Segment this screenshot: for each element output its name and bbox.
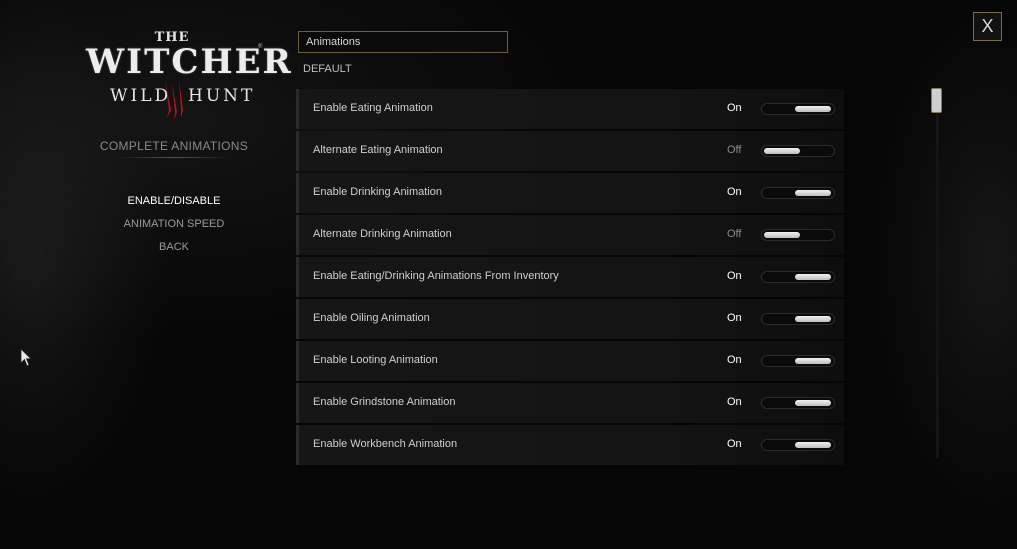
toggle-knob (795, 358, 831, 364)
option-state: On (727, 186, 742, 198)
toggle-knob (795, 190, 831, 196)
logo-witcher: WITCHER (86, 42, 293, 82)
option-toggle[interactable] (761, 313, 835, 325)
menu-title-divider (118, 157, 230, 158)
option-toggle[interactable] (761, 397, 835, 409)
option-toggle[interactable] (761, 229, 835, 241)
scrollbar-track[interactable] (936, 88, 939, 458)
option-label: Enable Eating Animation (313, 102, 433, 114)
option-state: Off (727, 228, 742, 240)
toggle-knob (795, 400, 831, 406)
menu-item-back[interactable]: BACK (94, 241, 254, 253)
option-state: On (727, 438, 742, 450)
toggle-knob (795, 106, 831, 112)
scrollbar-thumb[interactable] (931, 88, 942, 113)
option-state: On (727, 312, 742, 324)
option-state: On (727, 396, 742, 408)
toggle-knob (795, 274, 831, 280)
option-label: Enable Grindstone Animation (313, 396, 456, 408)
registered-mark: ® (258, 44, 263, 50)
option-label: Enable Eating/Drinking Animations From I… (313, 270, 559, 282)
option-toggle[interactable] (761, 271, 835, 283)
option-toggle[interactable] (761, 145, 835, 157)
mouse-cursor-icon (20, 348, 32, 367)
logo-hunt: HUNT (188, 86, 256, 106)
option-state: On (727, 102, 742, 114)
option-label: Enable Workbench Animation (313, 438, 458, 450)
default-button[interactable]: DEFAULT (303, 63, 352, 75)
option-row-enable-grindstone[interactable]: Enable Grindstone Animation On (296, 383, 844, 423)
option-row-enable-looting[interactable]: Enable Looting Animation On (296, 341, 844, 381)
menu-item-enable-disable[interactable]: ENABLE/DISABLE (94, 195, 254, 207)
search-input[interactable] (298, 31, 508, 53)
option-row-enable-workbench[interactable]: Enable Workbench Animation On (296, 425, 844, 465)
option-toggle[interactable] (761, 187, 835, 199)
option-row-enable-drinking[interactable]: Enable Drinking Animation On (296, 173, 844, 213)
option-label: Enable Oiling Animation (313, 312, 430, 324)
toggle-knob (764, 148, 800, 154)
option-row-alternate-eating[interactable]: Alternate Eating Animation Off (296, 131, 844, 171)
option-label: Enable Looting Animation (313, 354, 438, 366)
option-toggle[interactable] (761, 439, 835, 451)
option-state: On (727, 354, 742, 366)
toggle-knob (764, 232, 800, 238)
witcher-logo: THE WITCHER ® WILD HUNT (86, 30, 293, 122)
options-list: Enable Eating Animation On Alternate Eat… (296, 89, 844, 467)
option-toggle[interactable] (761, 355, 835, 367)
option-label: Enable Drinking Animation (313, 186, 443, 198)
option-toggle[interactable] (761, 103, 835, 115)
toggle-knob (795, 316, 831, 322)
wolf-claw-icon (165, 80, 183, 120)
option-row-enable-eating[interactable]: Enable Eating Animation On (296, 89, 844, 129)
option-label: Alternate Eating Animation (313, 144, 443, 156)
menu-title: COMPLETE ANIMATIONS (99, 139, 249, 153)
toggle-knob (795, 442, 831, 448)
option-row-enable-oiling[interactable]: Enable Oiling Animation On (296, 299, 844, 339)
option-label: Alternate Drinking Animation (313, 228, 452, 240)
close-button[interactable]: X (973, 12, 1002, 41)
option-row-inventory-eating-drinking[interactable]: Enable Eating/Drinking Animations From I… (296, 257, 844, 297)
menu-item-animation-speed[interactable]: ANIMATION SPEED (94, 218, 254, 230)
option-row-alternate-drinking[interactable]: Alternate Drinking Animation Off (296, 215, 844, 255)
option-state: Off (727, 144, 742, 156)
option-state: On (727, 270, 742, 282)
